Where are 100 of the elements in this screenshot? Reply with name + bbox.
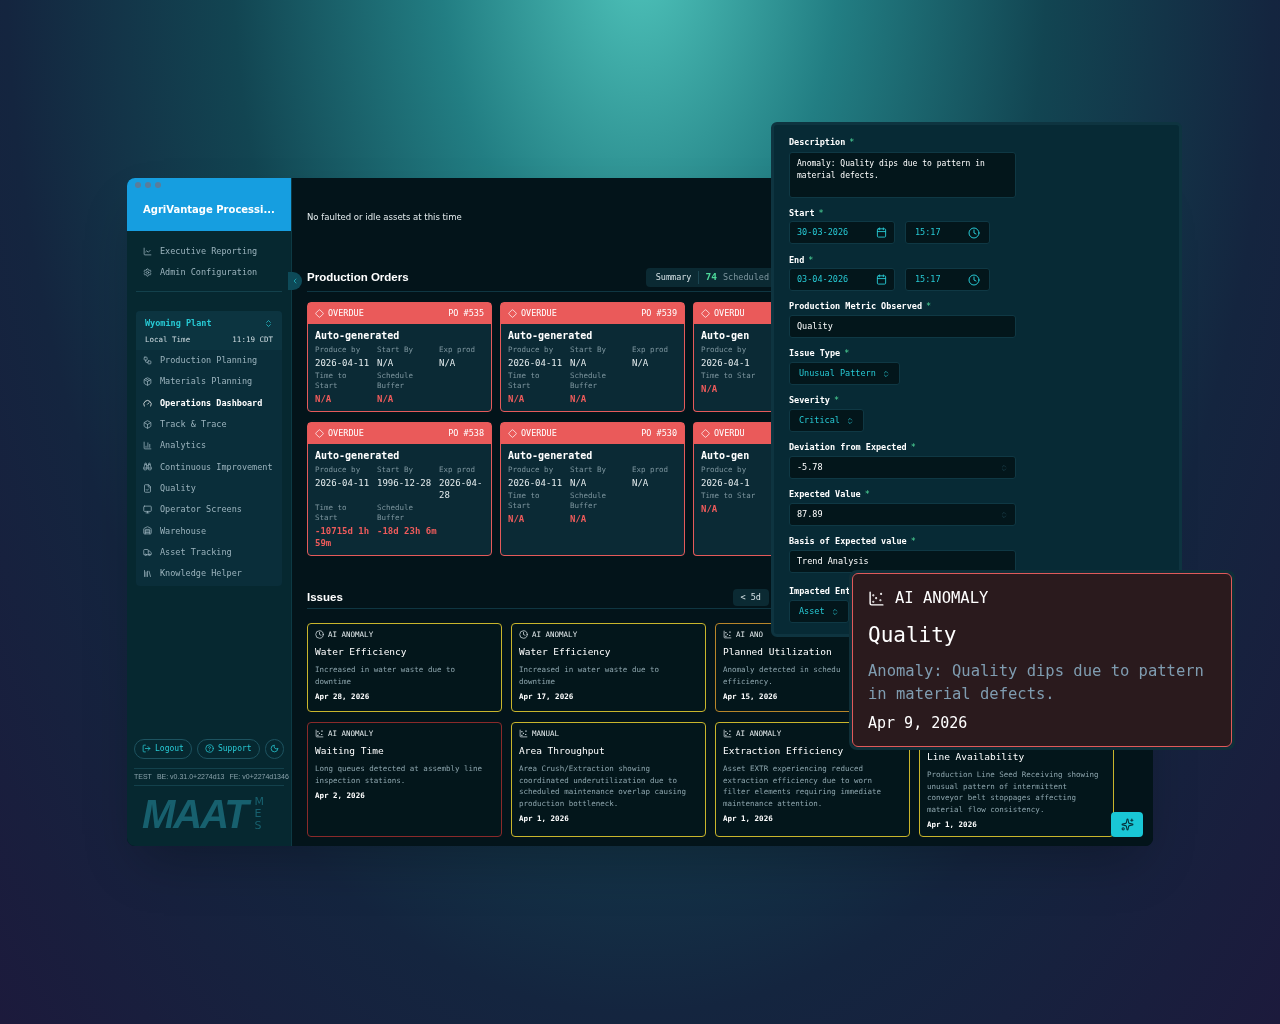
order-number: PO #535 bbox=[448, 307, 484, 320]
warehouse-icon bbox=[143, 526, 152, 536]
field-value: 1996-12-28 bbox=[377, 477, 432, 489]
order-title: Auto-gen bbox=[701, 449, 750, 463]
sidebar-item[interactable]: Asset Tracking bbox=[143, 545, 275, 559]
field-label: Production Metric Observed bbox=[789, 300, 923, 313]
status-label: OVERDUE bbox=[328, 307, 364, 320]
order-title: Auto-gen bbox=[701, 329, 750, 343]
sidebar-item[interactable]: Quality bbox=[143, 481, 275, 495]
chevron-left-icon bbox=[291, 277, 299, 285]
clock-icon[interactable] bbox=[968, 226, 980, 239]
field-value: 2026-04-28 bbox=[439, 477, 484, 501]
required-mark: * bbox=[818, 207, 824, 220]
order-title: Auto-generated bbox=[315, 329, 400, 343]
description-field[interactable]: Anomaly: Quality dips due to pattern in material defects. bbox=[789, 152, 1016, 198]
field-value: N/A bbox=[508, 393, 525, 405]
ai-assistant-button[interactable] bbox=[1111, 812, 1143, 837]
sidebar-item[interactable]: Operations Dashboard bbox=[143, 396, 275, 410]
status-label: OVERDUE bbox=[328, 427, 364, 440]
scatter-chart-icon bbox=[723, 729, 732, 738]
field-value: N/A bbox=[570, 393, 587, 405]
field-value: N/A bbox=[701, 503, 718, 515]
field-label: Impacted Ent bbox=[789, 585, 851, 598]
package-icon bbox=[143, 377, 152, 387]
diamond-icon bbox=[701, 429, 710, 438]
status-label: OVERDUE bbox=[521, 307, 557, 320]
sparkles-icon bbox=[1120, 818, 1134, 831]
sidebar-item[interactable]: Knowledge Helper bbox=[143, 566, 275, 580]
calendar-icon[interactable] bbox=[876, 274, 887, 285]
summary-label: Summary bbox=[655, 271, 700, 284]
issue-title: Water Efficiency bbox=[315, 645, 407, 659]
field-label: Deviation from Expected bbox=[789, 441, 907, 454]
sidebar-item[interactable]: Admin Configuration bbox=[143, 266, 275, 279]
status-label: OVERDU bbox=[714, 427, 745, 440]
number-field[interactable]: -5.78 bbox=[789, 456, 1016, 479]
logo-subtitle: MES bbox=[254, 795, 266, 833]
order-number: PO #538 bbox=[448, 427, 484, 440]
line-chart-icon bbox=[143, 247, 152, 256]
sidebar-item[interactable]: Production Planning bbox=[143, 354, 275, 367]
scheduled-label: Scheduled bbox=[722, 271, 769, 284]
input-field[interactable]: Quality bbox=[789, 315, 1016, 338]
field-value: N/A bbox=[701, 383, 718, 395]
sidebar-item[interactable]: Warehouse bbox=[143, 524, 275, 538]
required-mark: * bbox=[849, 136, 855, 149]
popup-source: AI ANOMALY bbox=[895, 588, 989, 609]
settings-icon bbox=[143, 268, 152, 277]
select-field[interactable]: Critical bbox=[789, 409, 864, 432]
sidebar-item[interactable]: Analytics bbox=[143, 439, 275, 453]
field-value: N/A bbox=[377, 393, 394, 405]
clock-icon[interactable] bbox=[968, 273, 980, 286]
status-label: OVERDU bbox=[714, 307, 745, 320]
collapse-button[interactable] bbox=[288, 272, 302, 290]
plant-name[interactable]: Wyoming Plant bbox=[145, 317, 212, 330]
sidebar-item[interactable]: Materials Planning bbox=[143, 375, 275, 389]
date-field[interactable]: 03-04-2026 bbox=[789, 268, 895, 291]
select-field[interactable]: Unusual Pattern bbox=[789, 362, 900, 385]
summary-pill[interactable]: Summary 74 Scheduled bbox=[645, 268, 771, 287]
field-value: 2026-04-11 bbox=[315, 477, 370, 489]
gauge-icon bbox=[143, 398, 152, 408]
required-mark: * bbox=[808, 254, 814, 267]
field-value: -10715d 1h 59m bbox=[315, 525, 371, 549]
books-icon bbox=[143, 568, 152, 578]
issue-title: Area Throughput bbox=[519, 744, 605, 758]
field-label: Description bbox=[789, 136, 846, 149]
order-title: Auto-generated bbox=[508, 449, 593, 463]
organization-name: AgriVantage Processi... bbox=[143, 203, 275, 217]
field-label: Start bbox=[789, 207, 815, 220]
chevrons-icon[interactable] bbox=[264, 318, 273, 328]
binoculars-icon bbox=[143, 462, 152, 472]
field-value: N/A bbox=[570, 513, 587, 525]
clock-icon bbox=[315, 630, 324, 639]
sidebar-item[interactable]: Operator Screens bbox=[143, 503, 275, 517]
sidebar-item[interactable]: Track & Trace bbox=[143, 417, 275, 431]
issue-title: Extraction Efficiency bbox=[723, 744, 844, 758]
field-value: 2026-04-11 bbox=[508, 357, 563, 369]
field-value: 2026-04-1 bbox=[701, 357, 750, 369]
required-mark: * bbox=[926, 300, 932, 313]
diamond-icon bbox=[508, 429, 517, 438]
range-button[interactable]: < 5d bbox=[732, 589, 769, 606]
date-field[interactable]: 30-03-2026 bbox=[789, 221, 895, 244]
chevrons-icon bbox=[845, 416, 854, 425]
number-field[interactable]: 87.89 bbox=[789, 503, 1016, 526]
field-label: Basis of Expected value bbox=[789, 535, 907, 548]
scatter-chart-icon bbox=[519, 729, 528, 738]
time-field[interactable]: 15:17 bbox=[905, 268, 990, 291]
calendar-icon[interactable] bbox=[876, 227, 887, 238]
notice-text: No faulted or idle assets at this time bbox=[307, 211, 462, 223]
sidebar-item[interactable]: Executive Reporting bbox=[143, 245, 275, 258]
issue-title: Planned Utilization bbox=[723, 645, 832, 659]
field-value: 2026-04-11 bbox=[315, 357, 370, 369]
sidebar-item[interactable]: Continuous Improvement bbox=[143, 460, 275, 474]
document-check-icon bbox=[143, 483, 152, 493]
chevrons-icon bbox=[881, 369, 890, 378]
order-number: PO #539 bbox=[641, 307, 677, 320]
time-field[interactable]: 15:17 bbox=[905, 221, 990, 244]
field-value: N/A bbox=[632, 477, 649, 489]
order-title: Auto-generated bbox=[508, 329, 593, 343]
select-field[interactable]: Asset bbox=[789, 600, 849, 623]
required-mark: * bbox=[864, 488, 870, 501]
field-value: N/A bbox=[508, 513, 525, 525]
